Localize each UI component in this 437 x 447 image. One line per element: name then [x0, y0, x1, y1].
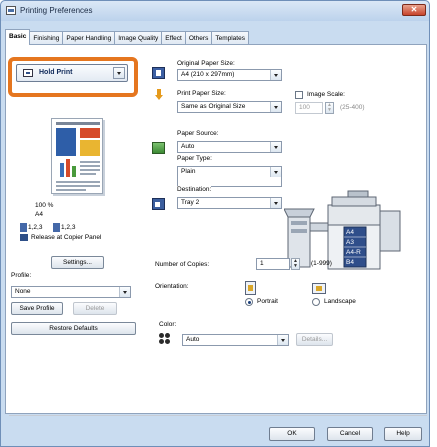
pages-preview-a: 1,2,3 — [20, 223, 42, 232]
landscape-radio[interactable] — [312, 298, 320, 306]
copies-input[interactable]: 1 — [256, 258, 290, 270]
color-label: Color: — [159, 321, 177, 328]
print-paper-icon — [155, 89, 163, 101]
release-label: Release at Copier Panel — [31, 234, 102, 242]
image-scale-checkbox[interactable] — [295, 91, 303, 99]
preview-graphic — [56, 122, 100, 191]
landscape-label: Landscape — [324, 298, 356, 305]
hold-print-icon — [20, 234, 28, 241]
print-job-select[interactable]: Hold Print — [16, 64, 128, 82]
footer-divider — [9, 415, 427, 416]
details-button[interactable]: Details... — [296, 333, 333, 346]
print-paper-size-select[interactable]: Same as Original Size — [177, 101, 282, 113]
chevron-down-icon[interactable] — [270, 198, 281, 208]
paper-type-label: Paper Type: — [177, 155, 212, 162]
printer-illustration: A4 A3 A4-R B4 — [283, 187, 414, 273]
orientation-label: Orientation: — [155, 283, 189, 290]
copies-spinner[interactable]: ▲ ▼ — [291, 258, 300, 270]
chevron-down-icon[interactable] — [270, 142, 281, 152]
tab-basic[interactable]: Basic — [5, 29, 31, 45]
delete-profile-button[interactable]: Delete — [73, 302, 117, 315]
paper-source-label: Paper Source: — [177, 130, 219, 137]
printer-app-icon — [6, 6, 16, 15]
paper-type-value: Plain — [181, 168, 196, 175]
chevron-down-icon[interactable] — [277, 335, 288, 345]
tray-label-2: A3 — [346, 239, 354, 246]
image-scale-range: (25-400) — [340, 104, 365, 111]
tab-image-quality[interactable]: Image Quality — [114, 31, 163, 45]
destination-label: Destination: — [177, 186, 212, 193]
chevron-down-icon[interactable] — [270, 167, 281, 177]
tray-label-1: A4 — [346, 229, 354, 236]
title-bar: Printing Preferences ✕ — [1, 1, 429, 21]
image-scale-spinner[interactable]: ▲ ▼ — [325, 102, 334, 114]
restore-defaults-button[interactable]: Restore Defaults — [11, 322, 136, 335]
tab-others[interactable]: Others — [184, 31, 213, 45]
original-paper-size-select[interactable]: A4 (210 x 297mm) — [177, 69, 282, 81]
paper-type-select[interactable]: Plain — [177, 166, 282, 187]
tab-bar: Basic Finishing Paper Handling Image Qua… — [5, 29, 249, 45]
tab-templates[interactable]: Templates — [211, 31, 249, 45]
paper-size-icon — [152, 67, 165, 79]
page-preview — [51, 118, 103, 194]
paper-source-icon — [152, 142, 165, 154]
page-order-b: 1,2,3 — [61, 224, 76, 232]
close-button[interactable]: ✕ — [402, 4, 426, 16]
chevron-down-icon[interactable] — [113, 67, 125, 79]
chevron-down-icon[interactable] — [119, 287, 130, 297]
portrait-label: Portrait — [257, 298, 278, 305]
tab-paper-handling[interactable]: Paper Handling — [62, 31, 116, 45]
tray-label-4: B4 — [346, 259, 354, 266]
print-paper-size-value: Same as Original Size — [181, 103, 246, 110]
color-icon — [159, 333, 175, 345]
printing-preferences-dialog: Printing Preferences ✕ Basic Finishing P… — [0, 0, 430, 447]
chevron-down-icon[interactable] — [270, 70, 281, 80]
portrait-radio[interactable] — [245, 298, 253, 306]
destination-icon — [152, 198, 165, 210]
print-job-value: Hold Print — [39, 69, 73, 76]
destination-select[interactable]: Tray 2 — [177, 197, 282, 209]
copies-label: Number of Copies: — [155, 261, 210, 268]
image-scale-input[interactable]: 100 — [295, 102, 323, 114]
help-button[interactable]: Help — [384, 427, 422, 441]
paper-source-select[interactable]: Auto — [177, 141, 282, 153]
tab-finishing[interactable]: Finishing — [29, 31, 64, 45]
close-icon[interactable]: ✕ — [411, 5, 418, 14]
page-order-a: 1,2,3 — [28, 224, 43, 232]
chevron-down-icon[interactable] — [270, 102, 281, 112]
zoom-level: 100 % — [35, 202, 54, 209]
pages-preview-b: 1,2,3 — [53, 223, 75, 232]
color-value: Auto — [186, 336, 200, 343]
color-select[interactable]: Auto — [182, 334, 289, 346]
profile-value: None — [15, 288, 31, 295]
original-paper-size-label: Original Paper Size: — [177, 60, 235, 67]
image-scale-label: Image Scale: — [307, 91, 345, 98]
save-profile-button[interactable]: Save Profile — [11, 302, 63, 315]
tray-label-3: A4-R — [346, 249, 361, 256]
hold-print-icon — [23, 69, 33, 77]
window-title: Printing Preferences — [20, 6, 93, 15]
settings-button[interactable]: Settings... — [51, 256, 104, 269]
paper-size-indicator: A4 — [35, 211, 43, 218]
document-icon — [20, 223, 27, 232]
cancel-button[interactable]: Cancel — [327, 427, 373, 441]
paper-source-value: Auto — [181, 143, 195, 150]
release-indicator: Release at Copier Panel — [20, 234, 101, 241]
print-paper-size-label: Print Paper Size: — [177, 90, 226, 97]
original-paper-size-value: A4 (210 x 297mm) — [181, 71, 235, 78]
ok-button[interactable]: OK — [269, 427, 315, 441]
copies-range: (1-999) — [311, 260, 332, 267]
portrait-icon — [245, 281, 256, 295]
destination-value: Tray 2 — [181, 199, 200, 206]
landscape-icon — [312, 283, 326, 294]
tab-effect[interactable]: Effect — [161, 31, 186, 45]
profile-select[interactable]: None — [11, 286, 131, 298]
profile-label: Profile: — [11, 272, 32, 279]
document-icon — [53, 223, 60, 232]
